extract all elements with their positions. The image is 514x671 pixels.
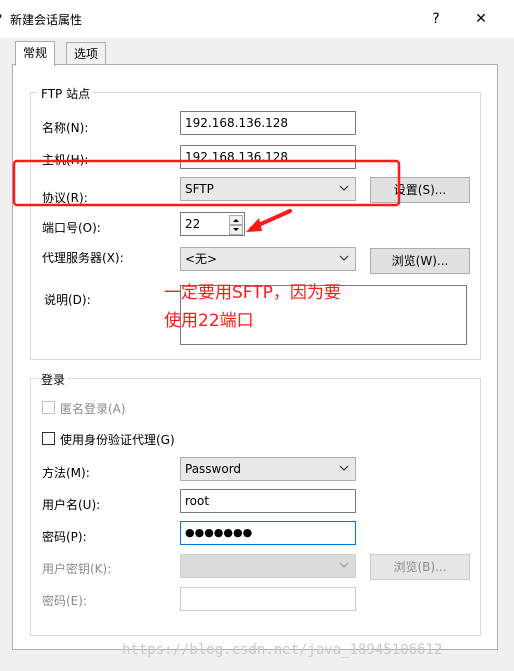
watermark-text: https://blog.csdn.net/java_18945106612	[122, 642, 443, 658]
annotation-overlay	[12, 159, 401, 232]
annotation-text-line1: 一定要用SFTP，因为要	[164, 283, 341, 303]
annotation-arrow-head	[246, 218, 262, 232]
annotation-highlight-box	[12, 159, 401, 207]
tab-general[interactable]: 常规	[15, 41, 56, 66]
annotation-text-line2: 使用22端口	[164, 311, 254, 331]
